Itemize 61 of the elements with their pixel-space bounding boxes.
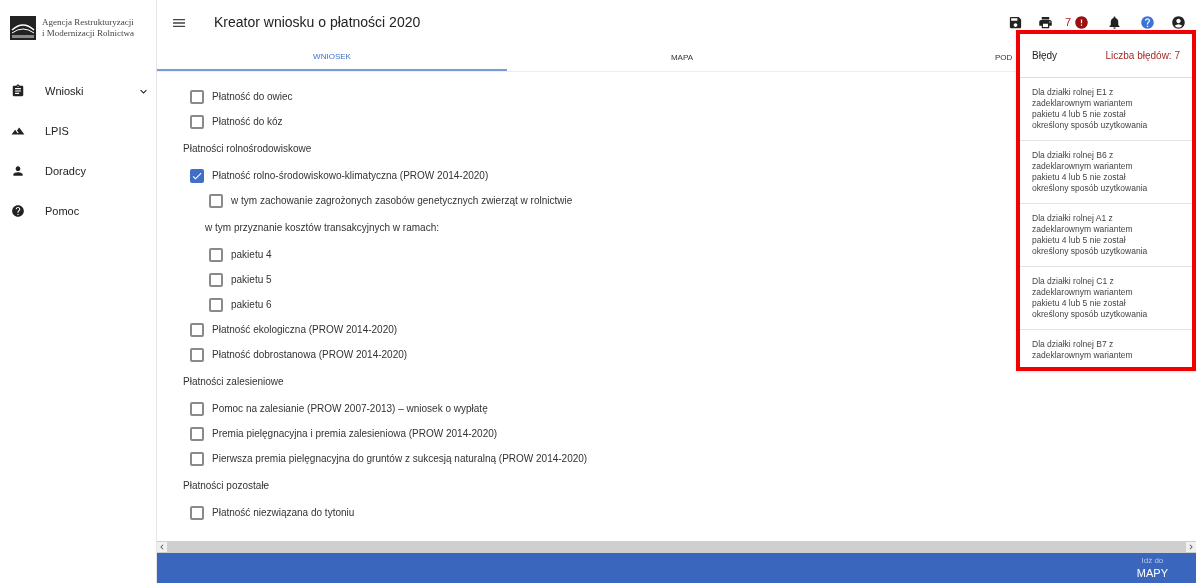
error-message[interactable]: Dla działki rolnej B7 z zadeklarownym wariantem: [1020, 330, 1192, 367]
account-icon[interactable]: [1171, 15, 1186, 30]
section-heading: Płatności rolnośrodowiskowe: [183, 142, 312, 156]
checkbox[interactable]: [190, 89, 204, 104]
checkbox[interactable]: [209, 193, 223, 208]
checkbox-option[interactable]: pakietu 4: [209, 242, 272, 267]
agency-name: i Modernizacji Rolnictwa: [42, 27, 134, 39]
tab[interactable]: WNIOSEK: [157, 45, 507, 71]
checkbox[interactable]: [190, 322, 204, 337]
panel-title: Błędy: [1032, 49, 1057, 63]
section-heading: Płatności zalesieniowe: [183, 375, 284, 389]
checkbox[interactable]: [190, 347, 204, 362]
checkbox-option[interactable]: Premia pielęgnacyjna i premia zalesieniowa (PROW 2014-2020): [190, 421, 498, 446]
checkbox-option[interactable]: Płatność niezwiązana do tytoniu: [190, 500, 355, 525]
horizontal-scrollbar[interactable]: [157, 541, 1196, 553]
save-icon[interactable]: [1007, 15, 1023, 30]
checkbox-option[interactable]: Płatność rolno-środowiskowo-klimatyczna (PROW 2014-2020): [190, 163, 489, 188]
checkbox-option[interactable]: Płatność dobrostanowa (PROW 2014-2020): [190, 342, 408, 367]
clipboard-icon: [11, 84, 25, 98]
sidebar-item[interactable]: Wnioski: [0, 71, 156, 111]
error-message[interactable]: Dla działki rolnej E1 z zadeklarownym wariantem pakietu 4 lub 5 nie został określony sposób uzytkowania: [1020, 78, 1192, 141]
checkbox-option[interactable]: Pierwsza premia pielęgnacyjna do gruntów z sukcesją naturalną (PROW 2014-2020): [190, 446, 588, 471]
checkbox-option[interactable]: pakietu 6: [209, 292, 272, 317]
alert-icon[interactable]: [1074, 15, 1089, 30]
checkbox-option[interactable]: Pomoc na zalesianie (PROW 2007-2013) – wniosek o wypłatę: [190, 396, 488, 421]
scroll-right-icon[interactable]: [1186, 542, 1196, 552]
checkbox[interactable]: [209, 247, 223, 262]
checkbox[interactable]: [209, 272, 223, 287]
help-icon[interactable]: [1140, 15, 1155, 30]
checkbox[interactable]: [190, 168, 204, 183]
checkbox[interactable]: [190, 114, 204, 129]
sidebar-item[interactable]: LPIS: [0, 111, 156, 151]
person-icon: [11, 164, 25, 178]
help-icon: [11, 204, 25, 218]
error-count: 7: [1064, 15, 1071, 31]
checkbox[interactable]: [190, 505, 204, 520]
checkbox[interactable]: [209, 297, 223, 312]
checkbox[interactable]: [190, 426, 204, 441]
logo-icon: [10, 15, 36, 40]
bell-icon[interactable]: [1107, 15, 1122, 30]
error-message[interactable]: Dla działki rolnej A1 z zadeklarownym wariantem pakietu 4 lub 5 nie został określony sposób uzytkowania: [1020, 204, 1192, 267]
checkbox-option[interactable]: w tym zachowanie zagrożonych zasobów genetycznych zwierząt w rolnictwie: [209, 188, 573, 213]
error-total: Liczba błędów: 7: [1105, 49, 1180, 63]
tab[interactable]: MAPA: [507, 45, 857, 71]
error-message[interactable]: Dla działki rolnej B6 z zadeklarownym wariantem pakietu 4 lub 5 nie został określony sposób uzytkowania: [1020, 141, 1192, 204]
checkbox-option[interactable]: Płatność ekologiczna (PROW 2014-2020): [190, 317, 398, 342]
checkbox[interactable]: [190, 451, 204, 466]
checkbox[interactable]: [190, 401, 204, 416]
section-note: w tym przyznanie kosztów transakcyjnych w ramach:: [205, 221, 439, 235]
error-message[interactable]: Dla działki rolnej C1 z zadeklarownym wariantem pakietu 4 lub 5 nie został określony sposób uzytkowania: [1020, 267, 1192, 330]
go-to-map-button[interactable]: Idź do MAPY: [1136, 556, 1168, 580]
scroll-left-icon[interactable]: [157, 542, 167, 552]
sidebar-item[interactable]: Doradcy: [0, 151, 156, 191]
page-title: Kreator wniosku o płatności 2020: [214, 13, 422, 32]
agency-name: Agencja Restrukturyzacji: [42, 16, 134, 28]
section-heading: Płatności pozostałe: [183, 479, 270, 493]
sidebar-item[interactable]: Pomoc: [0, 191, 156, 231]
checkbox-option[interactable]: Płatność do kóz: [190, 109, 283, 134]
checkbox-option[interactable]: Płatność do owiec: [190, 84, 293, 109]
print-icon[interactable]: [1037, 15, 1053, 30]
checkbox-option[interactable]: pakietu 5: [209, 267, 272, 292]
